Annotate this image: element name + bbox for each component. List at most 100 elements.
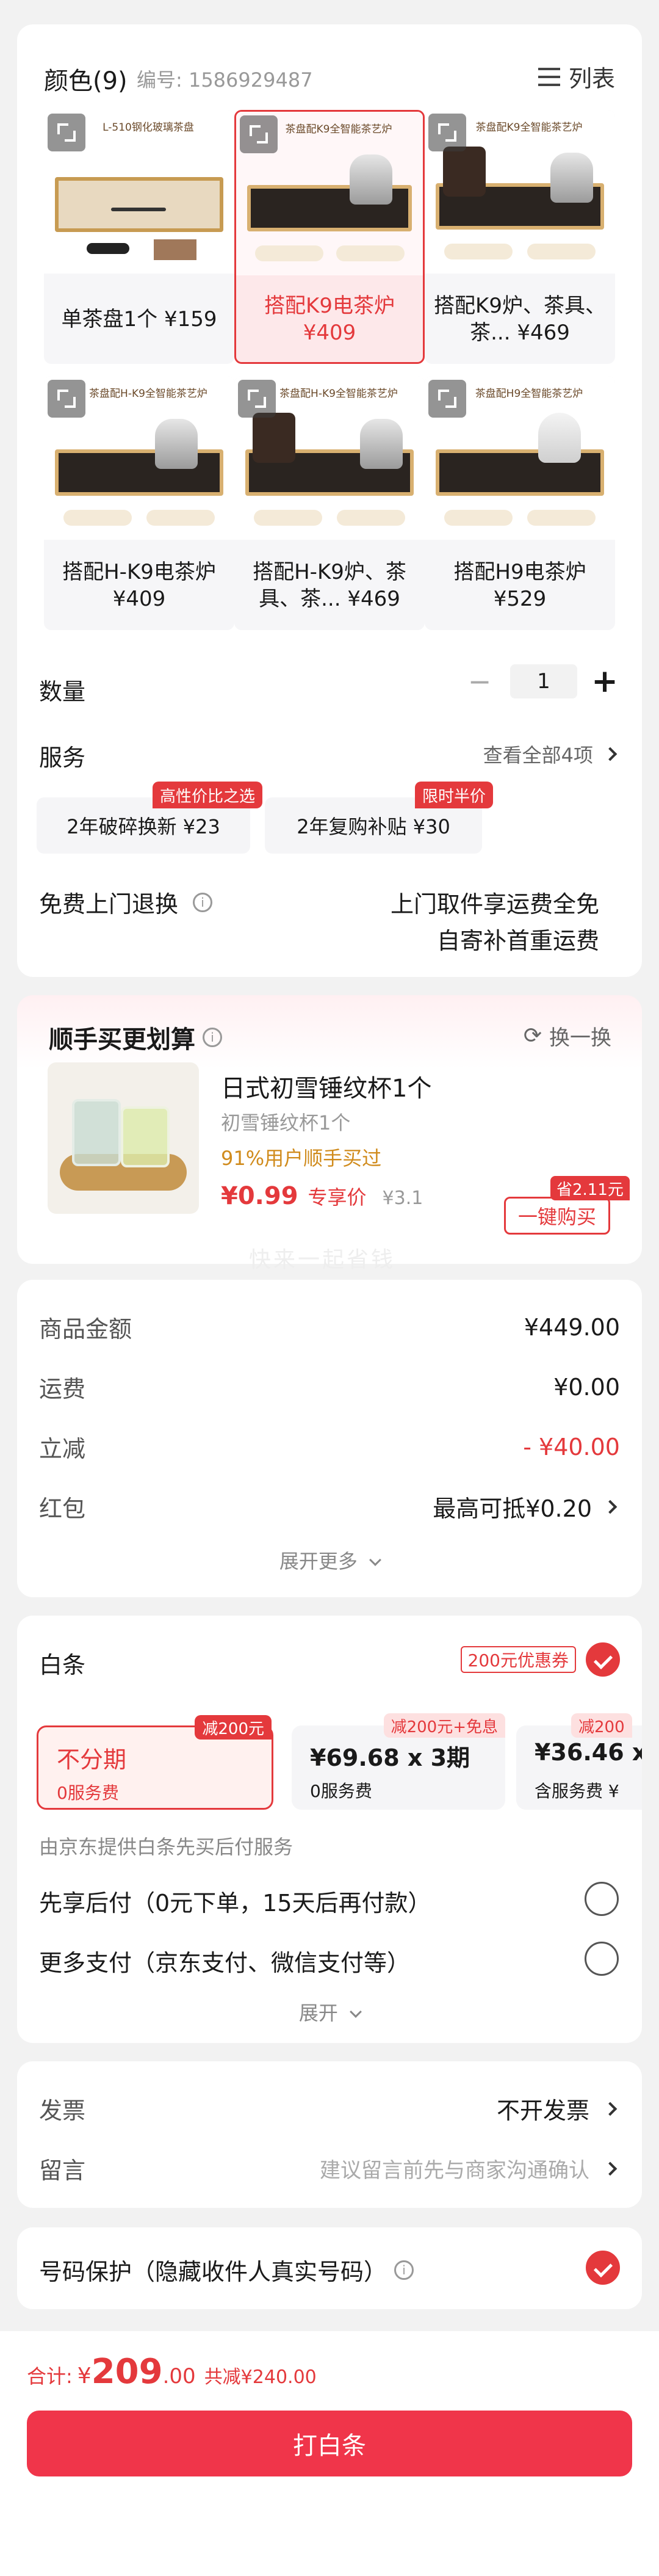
plan-option-selected[interactable]: 不分期 0服务费 减200元 [37, 1715, 273, 1810]
chevron-down-icon [369, 1554, 381, 1566]
zoom-icon[interactable] [48, 114, 85, 151]
summary-row-amount: 商品金额 ¥449.00 [39, 1310, 620, 1344]
summary-value: 最高可抵¥0.20 [433, 1495, 592, 1522]
payment-expand[interactable]: 展开 [17, 1998, 642, 2026]
summary-row-redpacket[interactable]: 红包 最高可抵¥0.20 [39, 1490, 618, 1523]
plan-fee: 含服务费 ¥ [535, 1781, 619, 1801]
chevron-right-icon [603, 1500, 618, 1514]
variant-title: 颜色(9) [44, 67, 128, 95]
quantity-input[interactable]: 1 [510, 664, 577, 698]
addon-title: 顺手买更划算 i [49, 1020, 222, 1055]
summary-label: 立减 [39, 1435, 86, 1462]
total-saved: 共减¥240.00 [204, 2367, 317, 2388]
plan-title: ¥36.46 x [535, 1739, 642, 1766]
plan-tag: 减200 [571, 1713, 632, 1738]
variant-label: 单茶盘1个 ¥159 [61, 307, 217, 332]
plan-title: ¥69.68 x 3期 [310, 1744, 470, 1771]
product-banner: 茶盘配K9全智能茶艺炉 [285, 123, 392, 136]
product-banner: 茶盘配H9全智能茶艺炉 [475, 388, 583, 400]
variant-option-selected[interactable]: 茶盘配K9全智能茶艺炉 搭配K9电茶炉 ¥409 [234, 110, 425, 364]
addon-refresh[interactable]: ⟳ 换一换 [524, 1021, 611, 1051]
pay-option[interactable]: 先享后付（0元下单，15天后再付款） [39, 1878, 619, 1921]
product-banner: 茶盘配H-K9全智能茶艺炉 [89, 388, 207, 400]
variant-label: 搭配K9电茶炉 ¥409 [264, 294, 395, 345]
privacy-row: 号码保护（隐藏收件人真实号码） i [39, 2253, 414, 2287]
total-currency: ¥ [77, 2364, 92, 2389]
product-banner: 茶盘配H-K9全智能茶艺炉 [279, 388, 398, 400]
variant-option[interactable]: L-510钢化玻璃茶盘 单茶盘1个 ¥159 [44, 110, 234, 364]
refresh-icon: ⟳ [523, 1023, 542, 1048]
variant-label: 搭配H9电茶炉 ¥529 [453, 560, 586, 611]
pay-option-radio[interactable] [585, 1882, 619, 1916]
list-view-toggle[interactable]: 列表 [538, 60, 615, 93]
privacy-card: 号码保护（隐藏收件人真实号码） i [17, 2227, 642, 2309]
summary-label: 红包 [39, 1495, 86, 1522]
chevron-right-icon [603, 2161, 618, 2175]
addon-name: 日式初雪锤纹杯1个 [221, 1075, 432, 1103]
variant-option[interactable]: 茶盘配H9全智能茶艺炉 搭配H9电茶炉 ¥529 [425, 376, 615, 630]
summary-card: 商品金额 ¥449.00 运费 ¥0.00 立减 - ¥40.00 红包 最高可… [17, 1280, 642, 1597]
quantity-minus-button[interactable]: − [461, 665, 498, 698]
plan-tag: 减200元+免息 [383, 1713, 505, 1738]
addon-price: ¥0.99 [221, 1182, 298, 1210]
info-icon[interactable]: i [203, 1028, 222, 1047]
variant-label: 搭配H-K9炉、茶具、茶... ¥469 [253, 560, 406, 611]
service-label: 服务 [39, 744, 86, 771]
info-icon[interactable]: i [394, 2260, 414, 2280]
total-label: 合计: [27, 2365, 73, 2388]
footer-bar: 合计: ¥ 209 .00 共减¥240.00 打白条 [0, 2331, 659, 2576]
summary-value: - ¥40.00 [523, 1433, 620, 1460]
return-service-line2: 自寄补首重运费 [436, 927, 599, 954]
invoice-value: 不开发票 [496, 2097, 589, 2124]
plan-fee: 0服务费 [310, 1781, 372, 1801]
summary-value: ¥0.00 [553, 1373, 620, 1401]
addon-sub: 初雪锤纹杯1个 [221, 1111, 351, 1134]
service-tag: 高性价比之选 [153, 782, 263, 808]
addon-product-image[interactable] [48, 1062, 199, 1214]
service-view-all-text: 查看全部4项 [483, 744, 593, 767]
zoom-icon[interactable] [240, 115, 278, 153]
pay-button[interactable]: 打白条 [27, 2411, 632, 2476]
total-decimal: .00 [162, 2364, 196, 2389]
addon-title-text: 顺手买更划算 [49, 1026, 195, 1054]
return-service-label: 免费上门退换 [39, 891, 179, 918]
variant-option[interactable]: 茶盘配H-K9全智能茶艺炉 搭配H-K9炉、茶具、茶... ¥469 [234, 376, 425, 630]
pay-option-label: 更多支付（京东支付、微信支付等） [39, 1950, 411, 1976]
return-service-line1: 上门取件享运费全免 [390, 891, 599, 918]
total-amount: 209 [91, 2352, 163, 2392]
addon-buy-button[interactable]: 一键购买 [504, 1197, 610, 1235]
zoom-icon[interactable] [238, 380, 276, 418]
invoice-row[interactable]: 发票 不开发票 [39, 2092, 618, 2125]
message-row[interactable]: 留言 建议留言前先与商家沟通确认 [39, 2152, 618, 2185]
privacy-toggle[interactable] [586, 2251, 620, 2285]
plan-option[interactable]: ¥36.46 x 含服务费 ¥ 减200 [516, 1713, 642, 1810]
plan-option[interactable]: ¥69.68 x 3期 0服务费 减200元+免息 [292, 1713, 505, 1810]
service-tag: 限时半价 [415, 782, 494, 808]
invoice-label: 发票 [39, 2097, 86, 2124]
zoom-icon[interactable] [48, 380, 85, 418]
message-input[interactable]: 建议留言前先与商家沟通确认 [320, 2153, 589, 2183]
payment-expand-text: 展开 [298, 2001, 338, 2025]
chevron-down-icon [350, 2006, 362, 2018]
total-row: 合计: ¥ 209 .00 共减¥240.00 [27, 2352, 317, 2392]
zoom-icon[interactable] [428, 114, 466, 151]
summary-label: 运费 [39, 1376, 86, 1402]
product-banner: L-510钢化玻璃茶盘 [103, 122, 194, 134]
zoom-icon[interactable] [428, 380, 466, 418]
info-icon[interactable]: i [193, 892, 213, 912]
service-view-all[interactable]: 查看全部4项 [483, 740, 618, 768]
summary-row-discount: 立减 - ¥40.00 [39, 1430, 620, 1464]
summary-expand[interactable]: 展开更多 [17, 1546, 642, 1574]
invoice-card: 发票 不开发票 留言 建议留言前先与商家沟通确认 [17, 2061, 642, 2208]
variant-label: 搭配H-K9电茶炉 ¥409 [62, 560, 216, 611]
variant-code: 编号: 1586929487 [137, 68, 313, 92]
product-banner: 茶盘配K9全智能茶艺炉 [475, 122, 583, 134]
variant-option[interactable]: 茶盘配K9全智能茶艺炉 搭配K9炉、茶具、茶... ¥469 [425, 110, 615, 364]
pay-option[interactable]: 更多支付（京东支付、微信支付等） [39, 1938, 619, 1981]
pay-option-radio[interactable] [585, 1942, 619, 1976]
summary-expand-text: 展开更多 [279, 1550, 358, 1573]
variant-option[interactable]: 茶盘配H-K9全智能茶艺炉 搭配H-K9电茶炉 ¥409 [44, 376, 234, 630]
quantity-plus-button[interactable]: + [589, 663, 620, 700]
summary-value: ¥449.00 [524, 1313, 620, 1341]
addon-card: 顺手买更划算 i ⟳ 换一换 日式初雪锤纹杯1个 初雪锤纹杯1个 91%用户顺手… [17, 995, 642, 1272]
